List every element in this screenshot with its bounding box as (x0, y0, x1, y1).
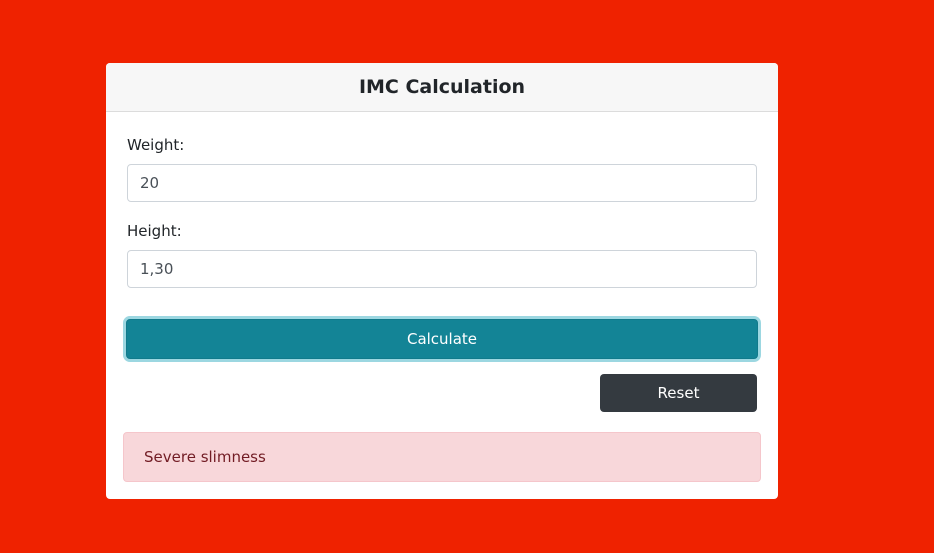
height-input[interactable] (127, 250, 757, 288)
height-label: Height: (127, 222, 182, 240)
reset-button[interactable]: Reset (600, 374, 757, 412)
weight-input[interactable] (127, 164, 757, 202)
result-message: Severe slimness (144, 448, 266, 466)
weight-label: Weight: (127, 136, 185, 154)
card-title: IMC Calculation (358, 76, 526, 98)
card-header: IMC Calculation (106, 63, 778, 112)
result-alert: Severe slimness (123, 432, 761, 482)
imc-card: IMC Calculation Weight: Height: Calculat… (106, 63, 778, 499)
calculate-button[interactable]: Calculate (126, 319, 758, 359)
